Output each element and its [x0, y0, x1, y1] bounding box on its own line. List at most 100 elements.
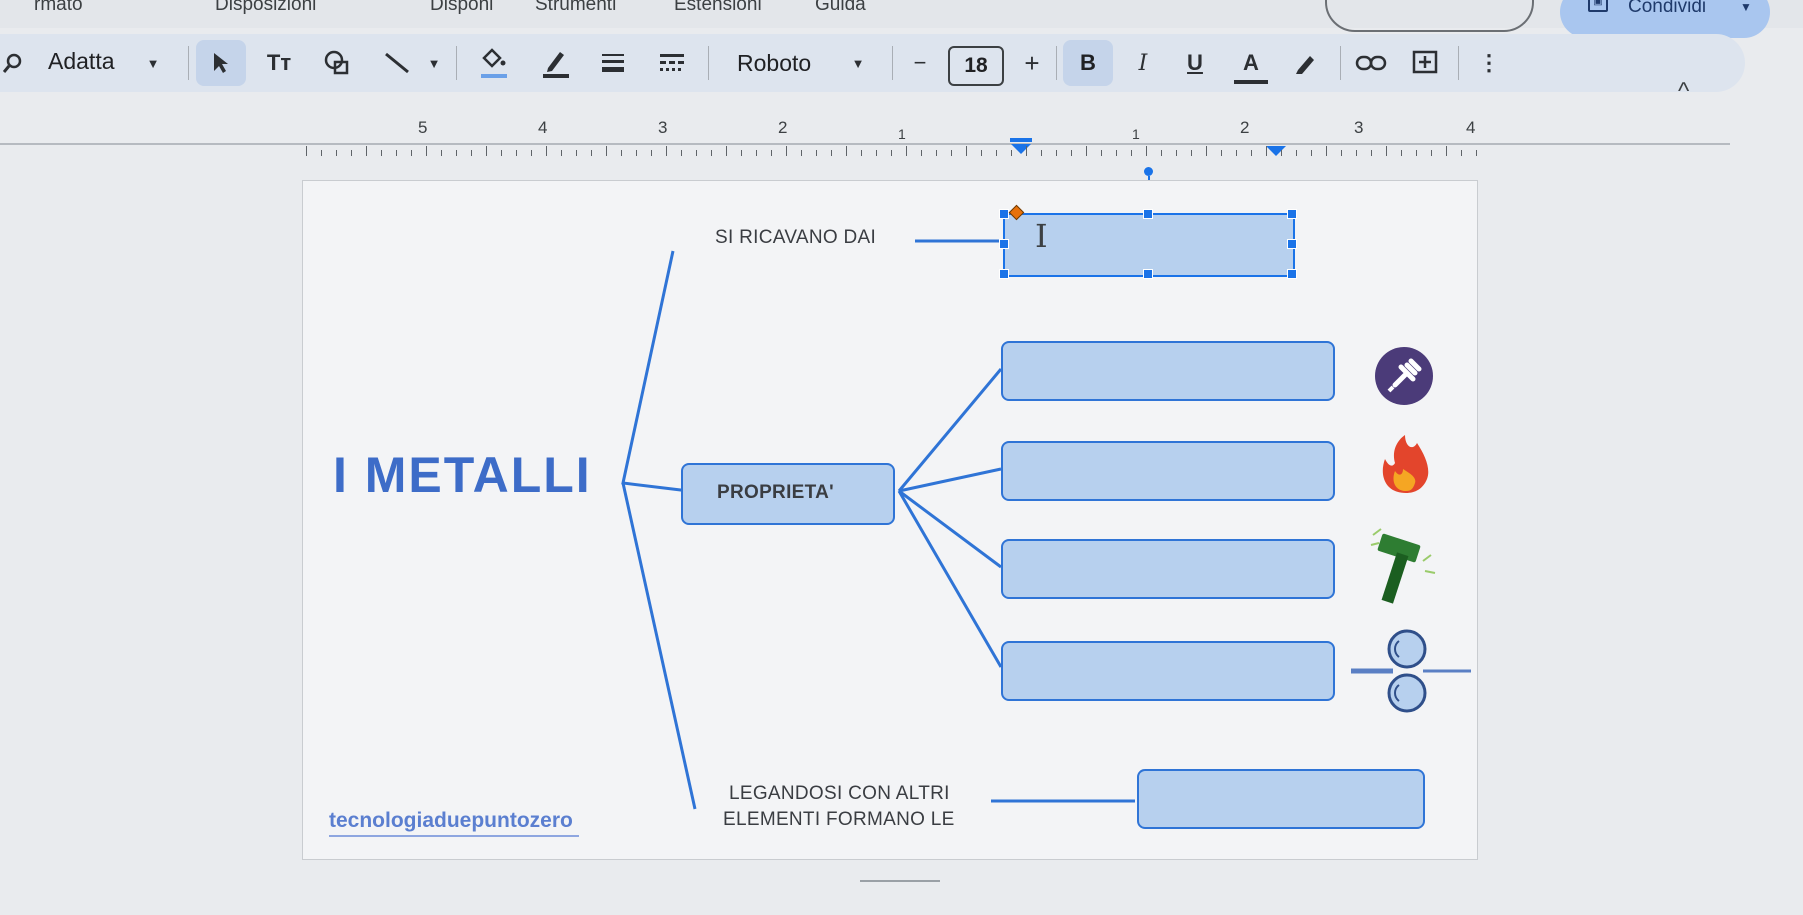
menu-format[interactable]: rmato [34, 0, 83, 16]
left-indent-marker[interactable] [1011, 144, 1031, 154]
indent-bar-marker[interactable] [1010, 138, 1032, 142]
textbox-tool-icon[interactable]: Tт [262, 34, 296, 92]
answer-box-4[interactable] [1001, 641, 1335, 701]
ruler-tick [1296, 150, 1297, 156]
diagram-title[interactable]: I METALLI [333, 446, 592, 504]
resize-handle[interactable] [1287, 239, 1297, 249]
ruler-tick [1221, 150, 1222, 156]
select-tool-icon[interactable] [196, 40, 246, 86]
resize-handle[interactable] [999, 269, 1009, 279]
ruler-label: 1 [898, 126, 906, 142]
ruler-tick [891, 150, 892, 156]
line-tool-icon[interactable] [382, 34, 412, 92]
border-color-icon[interactable] [538, 34, 572, 92]
zoom-icon[interactable] [2, 34, 24, 92]
menu-extensions[interactable]: Estensioni [674, 0, 762, 16]
ruler-tick [1071, 150, 1072, 156]
ruler-tick [786, 146, 787, 156]
status-pill[interactable] [1325, 0, 1534, 32]
answer-box-alloys[interactable] [1137, 769, 1425, 829]
right-indent-marker[interactable] [1266, 146, 1286, 156]
ruler-tick [336, 150, 337, 156]
more-options-icon[interactable]: ⋮ [1474, 34, 1504, 92]
menu-bar: rmato Disposizioni Disponi Strumenti Est… [0, 0, 1803, 38]
italic-button[interactable]: I [1128, 34, 1158, 92]
ruler-tick [621, 150, 622, 156]
resize-handle[interactable] [1143, 209, 1153, 219]
ruler-tick [456, 150, 457, 156]
ruler-tick [936, 150, 937, 156]
ruler-label: 5 [418, 118, 428, 137]
properties-box[interactable]: PROPRIETA' [681, 463, 895, 525]
horizontal-ruler[interactable]: 5 4 3 2 1 1 2 3 4 [306, 118, 1480, 156]
border-dash-icon[interactable] [656, 34, 688, 92]
toolbar: Adatta ▼ Tт ▼ Roboto ▼ − 18 + B I U A ⋮ [0, 34, 1745, 92]
fire-icon[interactable] [1377, 433, 1435, 495]
indent-guide-handle[interactable] [1144, 167, 1153, 176]
ruler-tick [906, 146, 907, 156]
menu-arrange[interactable]: Disposizioni [215, 0, 316, 16]
share-dropdown-icon[interactable]: ▼ [1740, 0, 1752, 14]
hammer-icon[interactable] [1367, 525, 1439, 609]
resize-handle[interactable] [999, 209, 1009, 219]
increase-font-size-button[interactable]: + [1018, 34, 1046, 92]
answer-box-1[interactable] [1001, 341, 1335, 401]
resize-handle[interactable] [1143, 269, 1153, 279]
ruler-tick [606, 146, 607, 156]
bold-button[interactable]: B [1063, 40, 1113, 86]
ruler-tick [921, 150, 922, 156]
ruler-tick [411, 150, 412, 156]
menu-tools[interactable]: Strumenti [535, 0, 616, 16]
drawing-canvas[interactable]: I METALLI SI RICAVANO DAI PROPRIETA' I L… [302, 180, 1478, 860]
collapse-toolbar-icon[interactable]: ^ [1678, 78, 1689, 106]
label-origin[interactable]: SI RICAVANO DAI [715, 227, 876, 249]
ruler-tick [996, 150, 997, 156]
ruler-tick [696, 150, 697, 156]
answer-box-2[interactable] [1001, 441, 1335, 501]
ruler-tick [966, 146, 967, 156]
zoom-dropdown-icon[interactable]: ▼ [143, 34, 163, 92]
resize-handle[interactable] [1287, 269, 1297, 279]
page-divider [860, 880, 940, 882]
label-alloys-line1[interactable]: LEGANDOSI CON ALTRI [729, 783, 950, 805]
ruler-label: 1 [1132, 126, 1140, 142]
ruler-tick [396, 150, 397, 156]
answer-box-3[interactable] [1001, 539, 1335, 599]
menu-arrange-2[interactable]: Disponi [430, 0, 493, 16]
font-select[interactable]: Roboto [737, 50, 811, 77]
ruler-tick [471, 150, 472, 156]
resize-handle[interactable] [999, 239, 1009, 249]
ruler-tick [1326, 146, 1327, 156]
ruler-tick [1356, 150, 1357, 156]
branch-connector-3 [898, 489, 1002, 569]
zoom-select[interactable]: Adatta [48, 48, 115, 75]
plug-icon[interactable] [1375, 347, 1433, 405]
label-alloys-line2[interactable]: ELEMENTI FORMANO LE [723, 809, 955, 831]
ruler-tick [951, 150, 952, 156]
ruler-tick [501, 150, 502, 156]
ruler-tick [1401, 150, 1402, 156]
fill-color-icon[interactable] [476, 34, 510, 92]
rolling-mill-icon[interactable] [1349, 627, 1473, 719]
resize-handle[interactable] [1287, 209, 1297, 219]
link-icon[interactable] [1354, 34, 1388, 92]
branch-connector-4 [897, 490, 1003, 668]
share-button[interactable]: ▣ Condividi ▼ [1560, 0, 1770, 38]
underline-button[interactable]: U [1180, 34, 1210, 92]
border-weight-icon[interactable] [598, 34, 628, 92]
selected-answer-box[interactable]: I [1003, 213, 1295, 277]
ruler-tick [426, 146, 427, 156]
font-size-field[interactable]: 18 [948, 46, 1004, 86]
text-color-button[interactable]: A [1234, 46, 1268, 84]
ruler-tick [561, 150, 562, 156]
font-dropdown-icon[interactable]: ▼ [848, 34, 868, 92]
shape-tool-icon[interactable] [322, 34, 352, 92]
menu-help[interactable]: Guida [815, 0, 866, 16]
highlight-pen-icon[interactable] [1290, 34, 1320, 92]
line-dropdown-icon[interactable]: ▼ [424, 34, 444, 92]
decrease-font-size-button[interactable]: − [906, 34, 934, 92]
ruler-tick [846, 146, 847, 156]
add-comment-icon[interactable] [1408, 34, 1442, 92]
properties-label: PROPRIETA' [717, 482, 834, 503]
ruler-tick [1146, 146, 1147, 156]
